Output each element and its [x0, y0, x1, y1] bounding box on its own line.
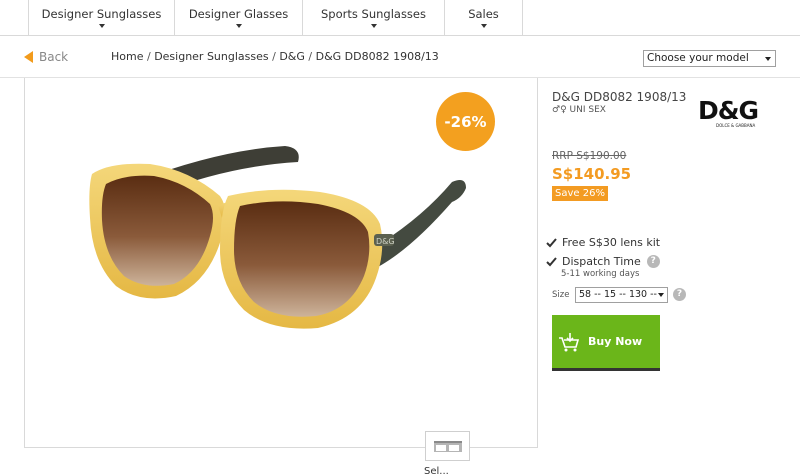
- nav-item-label: Designer Sunglasses: [41, 7, 162, 21]
- gender-text: UNI SEX: [569, 105, 606, 115]
- help-icon[interactable]: ?: [673, 288, 686, 301]
- nav-item-sales[interactable]: Sales: [444, 0, 523, 35]
- size-select-value: 58 -- 15 -- 130 --: [579, 289, 657, 300]
- nav-item-label: Sales: [468, 7, 499, 21]
- feature-label: Dispatch Time: [562, 255, 641, 268]
- thumbnail-label: Sel...: [424, 466, 449, 475]
- brand-logo: D&G DOLCE & GABBANA: [698, 96, 759, 128]
- breadcrumb-separator: /: [308, 50, 316, 63]
- svg-text:DOLCE & GABBANA: DOLCE & GABBANA: [716, 123, 755, 128]
- help-icon[interactable]: ?: [646, 255, 660, 268]
- thumbnail-sunglasses[interactable]: [425, 431, 470, 461]
- buy-now-button[interactable]: Buy Now: [552, 315, 660, 371]
- check-icon: [546, 257, 557, 267]
- product-image-sunglasses[interactable]: D&G: [80, 140, 480, 340]
- gender-label: ♂♀ UNI SEX: [552, 105, 606, 115]
- top-navigation: Designer Sunglasses Designer Glasses Spo…: [0, 0, 800, 36]
- feature-dispatch-time: Dispatch Time ?: [546, 255, 660, 268]
- feature-lens-kit: Free S$30 lens kit: [546, 236, 660, 249]
- nav-item-designer-sunglasses[interactable]: Designer Sunglasses: [28, 0, 174, 35]
- breadcrumb: Home / Designer Sunglasses / D&G / D&G D…: [111, 50, 439, 63]
- model-select[interactable]: Choose your model: [643, 50, 776, 67]
- divider: [537, 78, 538, 448]
- cart-icon: [559, 332, 580, 351]
- discount-badge: -26%: [436, 92, 495, 151]
- sunglasses-icon: [434, 441, 462, 452]
- breadcrumb-current: D&G DD8082 1908/13: [315, 50, 439, 63]
- rrp-price: RRP S$190.00: [552, 150, 627, 162]
- breadcrumb-designer-sunglasses[interactable]: Designer Sunglasses: [154, 50, 268, 63]
- male-female-icon: ♂♀: [552, 105, 567, 115]
- sale-price: S$140.95: [552, 165, 632, 183]
- nav-item-designer-glasses[interactable]: Designer Glasses: [174, 0, 302, 35]
- check-icon: [546, 238, 557, 248]
- breadcrumb-home[interactable]: Home: [111, 50, 143, 63]
- back-link[interactable]: Back: [24, 49, 68, 65]
- chevron-down-icon: [658, 293, 664, 297]
- product-title: D&G DD8082 1908/13: [552, 90, 687, 104]
- chevron-down-icon: [370, 24, 377, 28]
- nav-item-sports-sunglasses[interactable]: Sports Sunglasses: [302, 0, 444, 35]
- chevron-down-icon: [235, 24, 242, 28]
- dispatch-time-value: 5-11 working days: [561, 269, 640, 279]
- save-badge: Save 26%: [552, 186, 608, 201]
- buy-now-label: Buy Now: [588, 335, 643, 348]
- nav-item-label: Sports Sunglasses: [321, 7, 426, 21]
- back-arrow-icon: [24, 51, 33, 63]
- svg-text:D&G: D&G: [376, 237, 395, 246]
- model-select-value: Choose your model: [647, 52, 749, 64]
- svg-text:D&G: D&G: [698, 96, 758, 125]
- nav-item-label: Designer Glasses: [188, 7, 289, 21]
- chevron-down-icon: [765, 57, 771, 61]
- feature-label: Free S$30 lens kit: [562, 236, 661, 249]
- size-select[interactable]: 58 -- 15 -- 130 --: [575, 287, 668, 303]
- breadcrumb-brand[interactable]: D&G: [279, 50, 305, 63]
- chevron-down-icon: [98, 24, 105, 28]
- size-label: Size: [552, 290, 570, 300]
- chevron-down-icon: [480, 24, 487, 28]
- back-label: Back: [39, 50, 69, 64]
